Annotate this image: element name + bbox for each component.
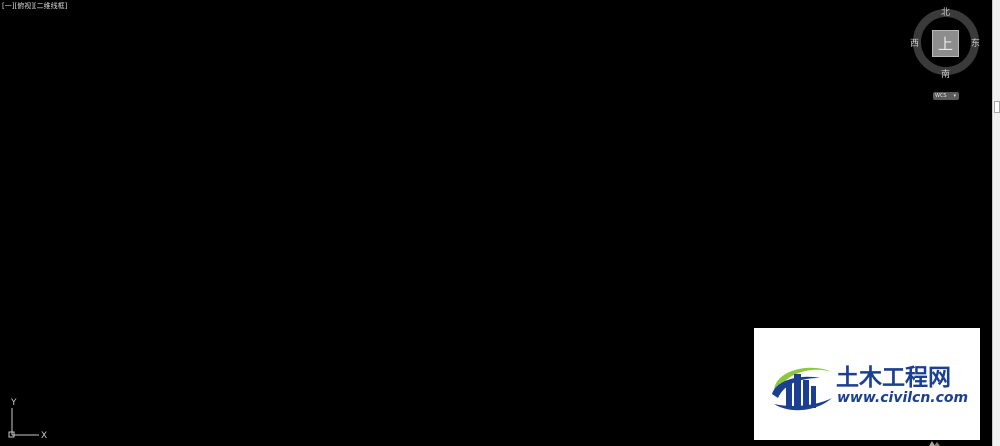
vertical-scrollbar[interactable] <box>992 0 1000 446</box>
compass-east[interactable]: 东 <box>971 39 980 49</box>
civilcn-logo-icon <box>772 367 832 411</box>
chevron-down-icon: ▾ <box>953 93 956 99</box>
decorative-corner-mark <box>929 441 940 446</box>
wcs-menu-button[interactable]: WCS ▾ <box>933 92 959 100</box>
compass-south[interactable]: 南 <box>941 70 950 80</box>
compass-north[interactable]: 北 <box>941 8 950 18</box>
compass-west[interactable]: 西 <box>910 39 919 49</box>
ucs-x-label: X <box>41 431 47 440</box>
viewcube[interactable]: 上 北 南 西 东 WCS ▾ <box>908 4 986 102</box>
watermark-logo: 土木工程网 www.civilcn.com <box>754 328 980 440</box>
scroll-thumb[interactable] <box>994 101 1000 113</box>
ucs-y-label: Y <box>10 398 17 408</box>
watermark-url: www.civilcn.com <box>837 390 969 406</box>
viewport-controls-label[interactable]: [一][俯视][二维线框] <box>2 2 67 11</box>
viewcube-top-face[interactable]: 上 <box>932 30 959 57</box>
ucs-icon: Y X <box>8 398 47 440</box>
wcs-label: WCS <box>935 93 947 99</box>
watermark-title: 土木工程网 <box>836 365 951 391</box>
